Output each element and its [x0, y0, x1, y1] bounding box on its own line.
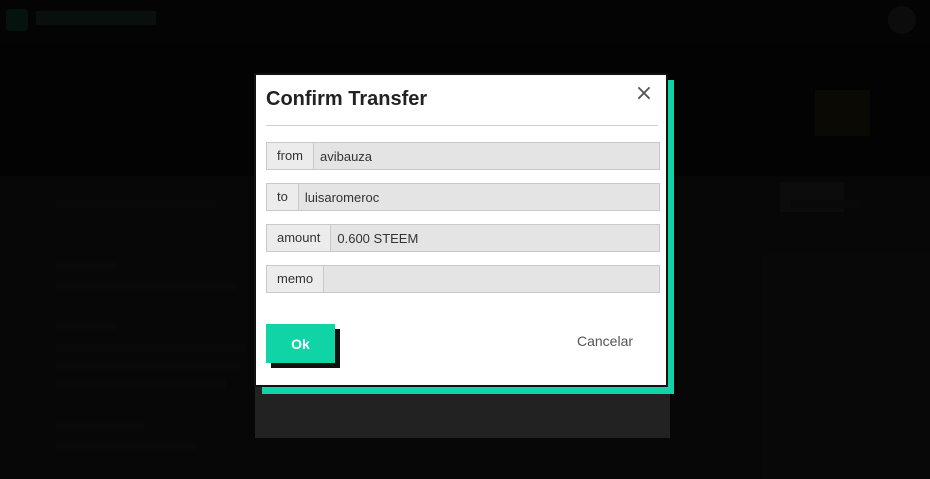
to-field[interactable]: [298, 184, 659, 210]
confirm-transfer-dialog: Confirm Transfer × from to amount memo O…: [254, 73, 668, 387]
amount-label: amount: [267, 225, 332, 251]
from-label: from: [267, 143, 314, 169]
cancel-button[interactable]: Cancelar: [577, 333, 633, 349]
to-field-group: to: [266, 183, 660, 211]
memo-field[interactable]: [324, 266, 659, 292]
from-field-group: from: [266, 142, 660, 170]
close-icon[interactable]: ×: [634, 83, 654, 105]
divider: [266, 125, 658, 126]
ok-button-wrap: Ok: [266, 324, 340, 368]
dialog-title: Confirm Transfer: [266, 88, 428, 110]
memo-label: memo: [267, 266, 325, 292]
ok-button[interactable]: Ok: [266, 324, 335, 363]
from-field[interactable]: [314, 143, 659, 169]
memo-field-group: memo: [266, 265, 660, 293]
to-label: to: [267, 184, 299, 210]
amount-field[interactable]: [331, 225, 659, 251]
amount-field-group: amount: [266, 224, 660, 252]
